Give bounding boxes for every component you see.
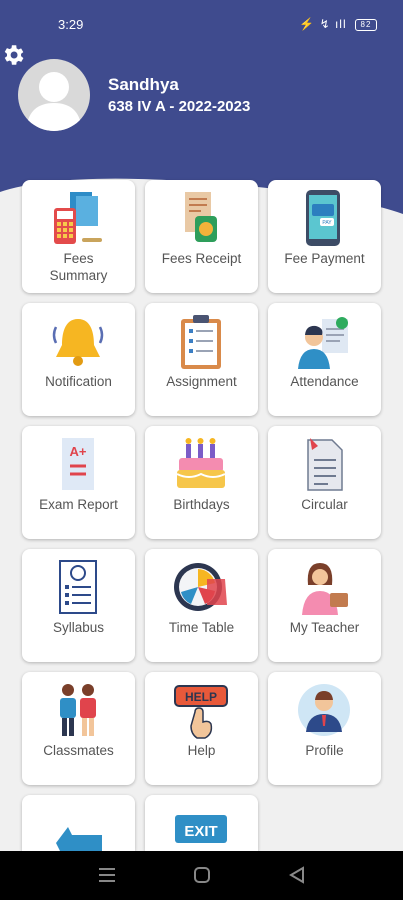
tile-label: Attendance bbox=[290, 374, 359, 389]
avatar-placeholder-icon bbox=[26, 72, 82, 131]
avatar[interactable] bbox=[18, 59, 90, 131]
tile-label: Syllabus bbox=[52, 620, 105, 635]
tile-fees-receipt[interactable]: Fees Receipt bbox=[145, 180, 258, 293]
tile-attendance[interactable]: Attendance bbox=[268, 303, 381, 416]
exam-grade-text: A+ bbox=[70, 444, 87, 459]
tile-label: Profile bbox=[305, 743, 344, 758]
clipboard-icon bbox=[181, 315, 221, 369]
system-nav-bar bbox=[0, 851, 403, 900]
gear-icon[interactable] bbox=[0, 42, 26, 68]
back-icon[interactable] bbox=[288, 865, 306, 885]
help-text: HELP bbox=[185, 690, 217, 704]
tile-label: Notification bbox=[45, 374, 112, 389]
tile-label: Classmates bbox=[43, 743, 114, 758]
tile-notification[interactable]: Notification bbox=[22, 303, 135, 416]
teacher-icon bbox=[302, 563, 348, 615]
bell-icon bbox=[52, 319, 104, 366]
clock-icon bbox=[174, 563, 227, 611]
exit-icon: EXIT bbox=[175, 815, 227, 843]
exit-text: EXIT bbox=[184, 823, 217, 840]
tile-fees-summary[interactable]: Fees Summary bbox=[22, 180, 135, 293]
tile-assignment[interactable]: Assignment bbox=[145, 303, 258, 416]
tile-label: Fee Payment bbox=[284, 251, 365, 266]
recent-apps-icon[interactable] bbox=[98, 865, 116, 885]
tile-syllabus[interactable]: Syllabus bbox=[22, 549, 135, 662]
tile-label: Birthdays bbox=[173, 497, 230, 512]
cake-icon bbox=[176, 438, 226, 488]
tile-label: Exam Report bbox=[39, 497, 118, 512]
battery-icon: 82 bbox=[355, 18, 377, 31]
status-bar: 3:29 ⚡ ↯ ıll 82 bbox=[0, 0, 403, 42]
tile-label: Circular bbox=[301, 497, 348, 512]
tile-back[interactable] bbox=[22, 795, 135, 851]
tile-label: Assignment bbox=[166, 374, 237, 389]
tile-label: Time Table bbox=[168, 620, 235, 635]
receipt-icon bbox=[185, 192, 217, 242]
tile-exam-report[interactable]: A+ Exam Report bbox=[22, 426, 135, 539]
tile-label: Fees Summary bbox=[49, 251, 108, 283]
tile-help[interactable]: HELP Help bbox=[145, 672, 258, 785]
arrow-back-icon bbox=[56, 827, 102, 851]
help-icon: HELP bbox=[174, 685, 228, 739]
profile-icon bbox=[298, 684, 350, 736]
pay-text: PAY bbox=[322, 220, 332, 226]
signal-icon: ⚡ ↯ ıll bbox=[299, 17, 347, 31]
attendance-icon bbox=[298, 317, 348, 369]
calculator-icon bbox=[54, 192, 102, 244]
tile-classmates[interactable]: Classmates bbox=[22, 672, 135, 785]
tile-label: Fees Receipt bbox=[161, 251, 242, 266]
exam-report-icon: A+ bbox=[62, 438, 94, 490]
tile-exit[interactable]: EXIT bbox=[145, 795, 258, 851]
tile-birthdays[interactable]: Birthdays bbox=[145, 426, 258, 539]
tile-my-teacher[interactable]: My Teacher bbox=[268, 549, 381, 662]
classmates-icon bbox=[60, 684, 96, 736]
status-time: 3:29 bbox=[58, 17, 84, 32]
syllabus-icon bbox=[59, 560, 97, 614]
circular-doc-icon bbox=[307, 438, 343, 491]
phone-payment-icon: PAY bbox=[306, 190, 340, 246]
tile-label: Help bbox=[187, 743, 216, 758]
user-name: Sandhya bbox=[108, 75, 179, 94]
tile-fee-payment[interactable]: PAY Fee Payment bbox=[268, 180, 381, 293]
home-icon[interactable] bbox=[193, 865, 211, 885]
tile-time-table[interactable]: Time Table bbox=[145, 549, 258, 662]
tile-profile[interactable]: Profile bbox=[268, 672, 381, 785]
tile-circular[interactable]: Circular bbox=[268, 426, 381, 539]
user-class: 638 IV A - 2022-2023 bbox=[108, 98, 251, 115]
tile-label: My Teacher bbox=[289, 620, 360, 635]
status-icons: ⚡ ↯ ıll 82 bbox=[299, 17, 377, 31]
